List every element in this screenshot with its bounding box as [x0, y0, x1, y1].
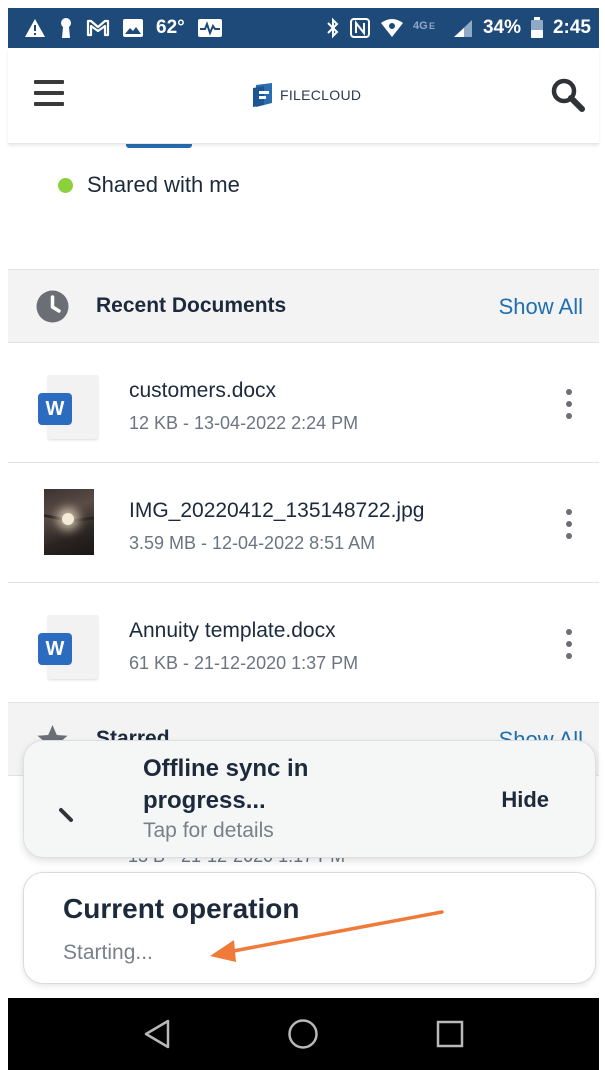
operation-status: Starting...: [63, 941, 153, 964]
screen: 62° 4G E 34% 2:45 FILECLOUD Shared with …: [0, 0, 605, 1070]
pulse-icon: [197, 18, 223, 38]
navigation-bar: [8, 998, 599, 1070]
filecloud-logo-icon: [253, 83, 272, 107]
recent-documents-header: Recent Documents Show All: [8, 269, 599, 343]
file-row[interactable]: W Annuity template.docx 61 KB - 21-12-20…: [8, 583, 599, 703]
file-meta: 61 KB - 21-12-2020 1:37 PM: [129, 653, 359, 673]
app-bar: FILECLOUD: [8, 48, 599, 144]
sync-title: Offline sync in progress...: [143, 755, 309, 814]
battery-percent: 34%: [482, 17, 521, 38]
more-options-icon[interactable]: [563, 389, 575, 419]
battery-icon: [530, 17, 544, 39]
more-options-icon[interactable]: [563, 629, 575, 659]
recents-icon[interactable]: [432, 1016, 468, 1052]
file-name: customers.docx: [129, 379, 277, 402]
status-bar: 62° 4G E 34% 2:45: [8, 8, 599, 48]
annotation-arrow-icon: [210, 910, 444, 962]
recent-show-all-button[interactable]: Show All: [499, 294, 583, 320]
warning-icon: [24, 18, 46, 38]
file-name: Annuity template.docx: [129, 619, 336, 642]
temperature-text: 62°: [156, 17, 185, 38]
shared-with-me-item[interactable]: Shared with me: [58, 172, 240, 198]
keyhole-icon: [58, 17, 74, 39]
logo-text: FILECLOUD: [280, 87, 362, 103]
tab-indicator: [126, 144, 192, 148]
word-doc-icon: W: [38, 375, 98, 439]
file-meta: 12 KB - 13-04-2022 2:24 PM: [129, 413, 359, 433]
clock-time: 2:45: [552, 17, 591, 38]
hide-button[interactable]: Hide: [501, 787, 549, 813]
status-dot: [58, 177, 73, 193]
gmail-icon: [86, 19, 110, 37]
wifi-icon: [380, 18, 404, 38]
svg-text:E: E: [429, 21, 435, 31]
file-meta: 3.59 MB - 12-04-2022 8:51 AM: [129, 533, 376, 553]
word-doc-icon: W: [38, 615, 98, 679]
file-row[interactable]: W customers.docx 12 KB - 13-04-2022 2:24…: [8, 343, 599, 463]
clock-icon: [36, 290, 69, 323]
search-icon[interactable]: [551, 78, 585, 112]
home-icon[interactable]: [285, 1016, 321, 1052]
network-4g-icon: 4G E: [413, 18, 443, 38]
file-row[interactable]: IMG_20220412_135148722.jpg 3.59 MB - 12-…: [8, 463, 599, 583]
hamburger-menu-icon[interactable]: [34, 78, 66, 108]
nfc-icon: [349, 17, 371, 39]
signal-icon: [452, 18, 474, 38]
filecloud-logo: FILECLOUD: [252, 82, 361, 108]
recent-documents-title: Recent Documents: [96, 294, 287, 317]
more-options-icon[interactable]: [563, 509, 575, 539]
offline-sync-card[interactable]: Offline sync in progress... Tap for deta…: [23, 740, 596, 858]
image-thumbnail: [44, 489, 94, 555]
sync-spinner-icon: [58, 807, 74, 823]
file-name: IMG_20220412_135148722.jpg: [129, 499, 425, 522]
back-icon[interactable]: [139, 1016, 175, 1052]
image-icon: [122, 18, 144, 38]
shared-with-me-label: Shared with me: [87, 172, 240, 197]
bluetooth-icon: [326, 17, 340, 39]
svg-text:4G: 4G: [413, 20, 428, 32]
sync-details-link[interactable]: Tap for details: [143, 819, 274, 843]
